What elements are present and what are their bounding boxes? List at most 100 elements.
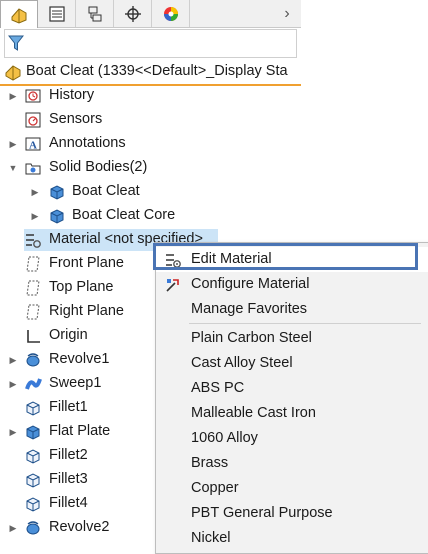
plane-icon — [26, 304, 40, 320]
tree-item-label: Solid Bodies(2) — [49, 159, 148, 175]
display-manager-tab-icon — [163, 6, 178, 21]
menu-item-material[interactable]: ABS PC — [156, 376, 428, 401]
tree-item-label: Revolve2 — [49, 519, 110, 535]
part-root-label: Boat Cleat (1339<<Default>_Display Sta — [26, 63, 288, 79]
expand-arrow-icon — [8, 499, 18, 509]
menu-separator — [189, 323, 421, 324]
menu-item-label: Manage Favorites — [191, 301, 308, 317]
expand-arrow-icon[interactable]: ▶ — [8, 379, 18, 389]
tree-item[interactable]: ▼ Solid Bodies(2) — [0, 156, 301, 180]
tree-item-label: Right Plane — [49, 303, 124, 319]
origin-icon — [27, 330, 40, 343]
menu-item-material[interactable]: Nickel — [156, 526, 428, 551]
filter-icon — [8, 35, 24, 51]
tree-item[interactable]: Sensors — [0, 108, 301, 132]
menu-item-material[interactable]: Copper — [156, 476, 428, 501]
fillet-icon — [26, 497, 40, 512]
property-manager-tab[interactable] — [38, 0, 76, 27]
dimxpert-manager-tab[interactable] — [114, 0, 152, 27]
expand-arrow-icon — [8, 451, 18, 461]
svg-text:A: A — [29, 140, 37, 152]
display-manager-tab[interactable] — [152, 0, 190, 27]
expand-arrow-icon — [8, 259, 18, 269]
tree-item-label: Fillet3 — [49, 471, 88, 487]
material-icon — [26, 234, 41, 248]
expand-arrow-icon — [8, 403, 18, 413]
tree-item-label: History — [49, 87, 95, 103]
revolve-icon — [26, 353, 40, 367]
expand-arrow-icon[interactable]: ▶ — [8, 355, 18, 365]
sweep-icon — [25, 378, 42, 390]
tree-item-label: Fillet1 — [49, 399, 88, 415]
menu-item-label: ABS PC — [191, 380, 245, 396]
feature-manager-tab-icon — [11, 7, 27, 24]
plane-icon — [26, 256, 40, 272]
tree-item-label: Sweep1 — [49, 375, 102, 391]
part-root-item[interactable]: Boat Cleat (1339<<Default>_Display Sta — [0, 60, 301, 86]
expand-arrow-icon — [8, 235, 18, 245]
property-manager-tab-icon — [48, 5, 65, 22]
fillet-icon — [26, 449, 40, 464]
tree-item-label: Sensors — [49, 111, 103, 127]
revolve-icon — [26, 521, 40, 535]
expand-arrow-icon[interactable]: ▶ — [8, 523, 18, 533]
history-icon — [25, 89, 41, 103]
tree-item-label: Revolve1 — [49, 351, 110, 367]
menu-item-label: Cast Alloy Steel — [191, 355, 293, 371]
expand-arrow-icon[interactable]: ▶ — [30, 211, 40, 221]
part-icon — [5, 65, 21, 81]
expand-arrow-icon — [8, 115, 18, 125]
configuration-manager-tab[interactable] — [76, 0, 114, 27]
menu-item-manage-favorites[interactable]: Manage Favorites — [156, 297, 428, 322]
menu-item-material[interactable]: PBT General Purpose — [156, 501, 428, 526]
dimxpert-manager-tab-icon — [124, 5, 141, 22]
material-context-menu: Edit Material Configure Material Manage … — [155, 242, 428, 554]
extrude-icon — [26, 425, 40, 440]
tree-item-label: Fillet2 — [49, 447, 88, 463]
expand-arrow-icon — [8, 475, 18, 485]
solid-body-icon — [50, 209, 64, 224]
menu-item-label: Brass — [191, 455, 229, 471]
solid-bodies-folder-icon — [25, 163, 41, 175]
fillet-icon — [26, 473, 40, 488]
menu-item-material[interactable]: Brass — [156, 451, 428, 476]
menu-item-label: Malleable Cast Iron — [191, 405, 316, 421]
menu-item-label: PBT General Purpose — [191, 505, 333, 521]
menu-item-material[interactable]: 1060 Alloy — [156, 426, 428, 451]
plane-icon — [26, 280, 40, 296]
fillet-icon — [26, 401, 40, 416]
menu-item-configure-material[interactable]: Configure Material — [156, 272, 428, 297]
menu-item-material[interactable]: Malleable Cast Iron — [156, 401, 428, 426]
sensors-icon — [25, 112, 41, 128]
tree-item-label: Boat Cleat Core — [72, 207, 176, 223]
annotations-icon: A — [25, 137, 41, 152]
menu-item-material[interactable]: Cast Alloy Steel — [156, 351, 428, 376]
menu-item-label: Copper — [191, 480, 239, 496]
menu-item-label: 1060 Alloy — [191, 430, 258, 446]
expanded-arrow-icon[interactable]: ▼ — [8, 163, 18, 173]
feature-manager-tab[interactable] — [0, 0, 38, 28]
menu-item-label: Plain Carbon Steel — [191, 330, 312, 346]
expand-arrow-icon — [8, 307, 18, 317]
menu-item-label: Configure Material — [191, 276, 310, 292]
tree-item[interactable]: ▶ A Annotations — [0, 132, 301, 156]
manager-tab-bar: › — [0, 0, 301, 28]
tree-item[interactable]: ▶ History — [0, 84, 301, 108]
tree-item-label: Top Plane — [49, 279, 114, 295]
menu-item-material[interactable]: Plain Carbon Steel — [156, 326, 428, 351]
solid-body-icon — [50, 185, 64, 200]
tree-item[interactable]: ▶ Boat Cleat Core — [0, 204, 301, 228]
expand-arrow-icon[interactable]: ▶ — [30, 187, 40, 197]
tree-item-label: Boat Cleat — [72, 183, 140, 199]
tree-item[interactable]: ▶ Boat Cleat — [0, 180, 301, 204]
tab-scroll-right-button[interactable]: › — [277, 0, 297, 27]
tree-filter-input[interactable] — [4, 29, 297, 58]
expand-arrow-icon — [8, 283, 18, 293]
tree-item-label: Annotations — [49, 135, 126, 151]
configure-material-icon — [166, 279, 179, 292]
menu-item-label: Nickel — [191, 530, 231, 546]
expand-arrow-icon[interactable]: ▶ — [8, 139, 18, 149]
expand-arrow-icon[interactable]: ▶ — [8, 427, 18, 437]
expand-arrow-icon[interactable]: ▶ — [8, 91, 18, 101]
tree-item-label: Flat Plate — [49, 423, 111, 439]
